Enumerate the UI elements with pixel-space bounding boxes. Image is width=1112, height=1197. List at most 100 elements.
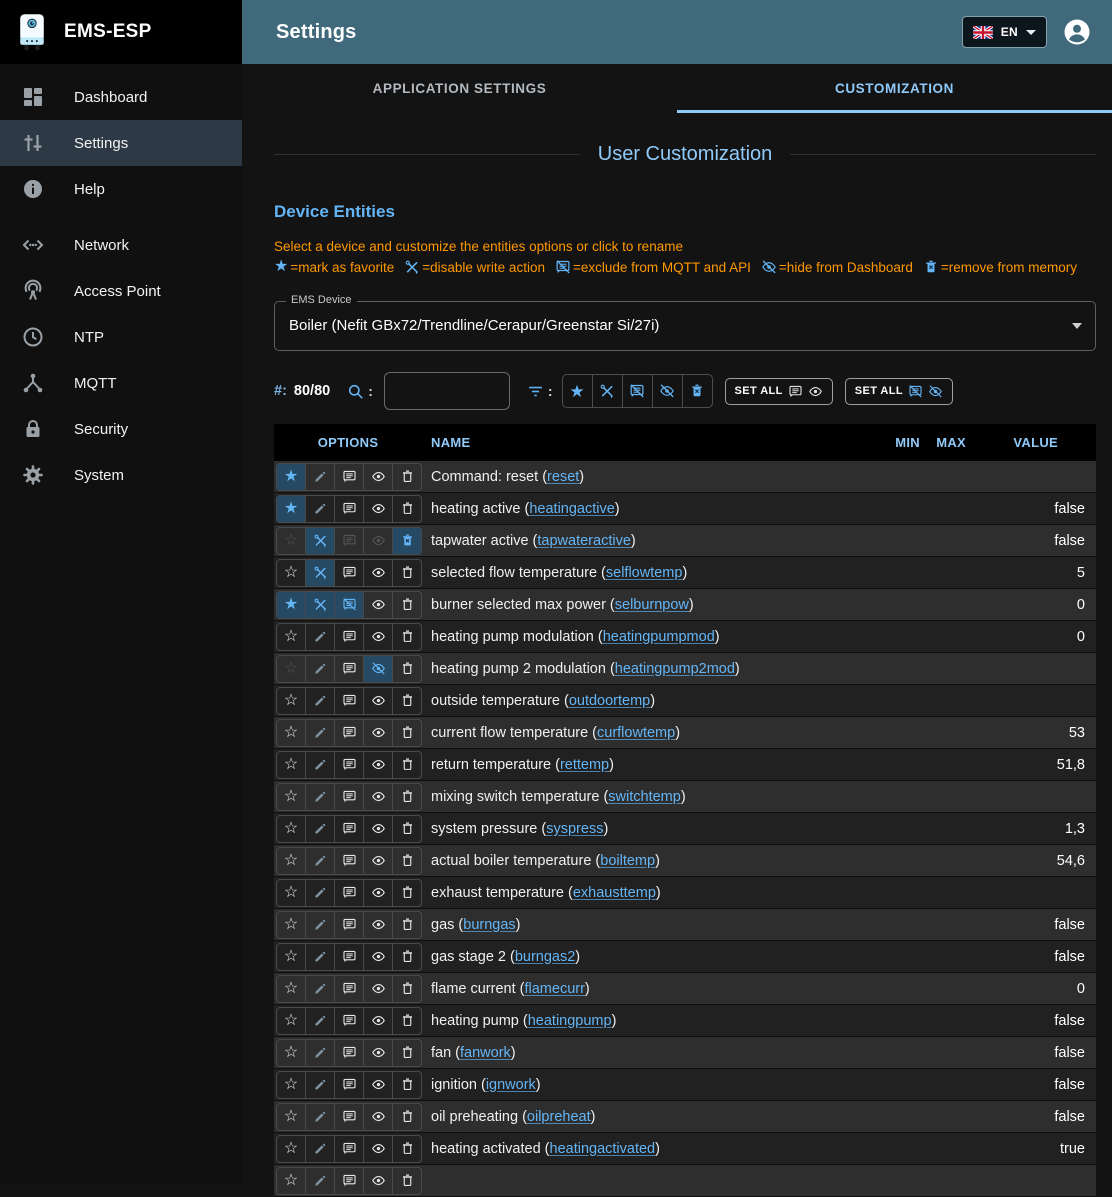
write-toggle[interactable] bbox=[305, 1040, 334, 1066]
mqtt-toggle[interactable] bbox=[334, 880, 363, 906]
mqtt-toggle[interactable] bbox=[334, 784, 363, 810]
account-button[interactable] bbox=[1062, 17, 1092, 47]
filter-favorite-toggle[interactable]: ★ bbox=[563, 375, 592, 407]
favorite-toggle[interactable]: ☆ bbox=[277, 880, 305, 906]
visibility-toggle[interactable] bbox=[363, 688, 392, 714]
mqtt-toggle[interactable] bbox=[334, 1040, 363, 1066]
entity-name-link[interactable]: syspress bbox=[546, 821, 603, 837]
mqtt-toggle[interactable] bbox=[334, 560, 363, 586]
delete-toggle[interactable] bbox=[392, 496, 421, 522]
delete-toggle[interactable] bbox=[392, 784, 421, 810]
mqtt-toggle[interactable] bbox=[334, 496, 363, 522]
entity-name[interactable]: burner selected max power (selburnpow) bbox=[422, 597, 874, 613]
write-toggle[interactable] bbox=[305, 656, 334, 682]
entity-name[interactable]: current flow temperature (curflowtemp) bbox=[422, 725, 874, 741]
delete-toggle[interactable] bbox=[392, 1072, 421, 1098]
visibility-toggle[interactable] bbox=[363, 912, 392, 938]
mqtt-toggle[interactable] bbox=[334, 1104, 363, 1130]
favorite-toggle[interactable]: ☆ bbox=[277, 752, 305, 778]
mqtt-toggle[interactable] bbox=[334, 1008, 363, 1034]
delete-toggle[interactable] bbox=[392, 1104, 421, 1130]
delete-toggle[interactable] bbox=[392, 912, 421, 938]
write-toggle[interactable] bbox=[305, 560, 334, 586]
visibility-toggle[interactable] bbox=[363, 1168, 392, 1194]
entity-name-link[interactable]: reset bbox=[547, 469, 579, 485]
favorite-toggle[interactable]: ★ bbox=[277, 464, 305, 490]
favorite-toggle[interactable]: ☆ bbox=[277, 1040, 305, 1066]
entity-name-link[interactable]: heatingactivated bbox=[550, 1141, 656, 1157]
delete-toggle[interactable] bbox=[392, 752, 421, 778]
write-toggle[interactable] bbox=[305, 912, 334, 938]
entity-name-link[interactable]: oilpreheat bbox=[527, 1109, 591, 1125]
mqtt-toggle[interactable] bbox=[334, 816, 363, 842]
visibility-toggle[interactable] bbox=[363, 592, 392, 618]
write-toggle[interactable] bbox=[305, 816, 334, 842]
favorite-toggle[interactable]: ☆ bbox=[277, 944, 305, 970]
mqtt-toggle[interactable] bbox=[334, 1136, 363, 1162]
entity-name[interactable]: heating pump (heatingpump) bbox=[422, 1013, 874, 1029]
write-toggle[interactable] bbox=[305, 528, 334, 554]
visibility-toggle[interactable] bbox=[363, 720, 392, 746]
entity-name-link[interactable]: heatingactive bbox=[529, 501, 614, 517]
entity-name[interactable]: ignition (ignwork) bbox=[422, 1077, 874, 1093]
delete-toggle[interactable] bbox=[392, 848, 421, 874]
favorite-toggle[interactable]: ★ bbox=[277, 496, 305, 522]
entity-name[interactable]: heating activated (heatingactivated) bbox=[422, 1141, 874, 1157]
favorite-toggle[interactable]: ★ bbox=[277, 592, 305, 618]
entity-name[interactable]: exhaust temperature (exhausttemp) bbox=[422, 885, 874, 901]
mqtt-toggle[interactable] bbox=[334, 688, 363, 714]
visibility-toggle[interactable] bbox=[363, 880, 392, 906]
write-toggle[interactable] bbox=[305, 848, 334, 874]
write-toggle[interactable] bbox=[305, 752, 334, 778]
write-toggle[interactable] bbox=[305, 624, 334, 650]
entity-name[interactable]: fan (fanwork) bbox=[422, 1045, 874, 1061]
visibility-toggle[interactable] bbox=[363, 624, 392, 650]
delete-toggle[interactable] bbox=[392, 656, 421, 682]
favorite-toggle[interactable]: ☆ bbox=[277, 560, 305, 586]
mqtt-toggle[interactable] bbox=[334, 528, 363, 554]
visibility-toggle[interactable] bbox=[363, 976, 392, 1002]
write-toggle[interactable] bbox=[305, 1008, 334, 1034]
visibility-toggle[interactable] bbox=[363, 1104, 392, 1130]
entity-name-link[interactable]: selflowtemp bbox=[606, 565, 683, 581]
sidebar-item-help[interactable]: Help bbox=[0, 166, 242, 212]
filter-write-toggle[interactable] bbox=[592, 375, 622, 407]
favorite-toggle[interactable]: ☆ bbox=[277, 1136, 305, 1162]
ems-device-select[interactable]: EMS Device Boiler (Nefit GBx72/Trendline… bbox=[274, 301, 1096, 351]
mqtt-toggle[interactable] bbox=[334, 944, 363, 970]
favorite-toggle[interactable]: ☆ bbox=[277, 976, 305, 1002]
entity-name-link[interactable]: heatingpump2mod bbox=[615, 661, 735, 677]
write-toggle[interactable] bbox=[305, 688, 334, 714]
entity-name[interactable]: mixing switch temperature (switchtemp) bbox=[422, 789, 874, 805]
entity-name-link[interactable]: rettemp bbox=[560, 757, 609, 773]
entity-name[interactable]: heating pump modulation (heatingpumpmod) bbox=[422, 629, 874, 645]
favorite-toggle[interactable]: ☆ bbox=[277, 1072, 305, 1098]
entity-name[interactable]: flame current (flamecurr) bbox=[422, 981, 874, 997]
delete-toggle[interactable] bbox=[392, 464, 421, 490]
mqtt-toggle[interactable] bbox=[334, 624, 363, 650]
write-toggle[interactable] bbox=[305, 1136, 334, 1162]
delete-toggle[interactable] bbox=[392, 816, 421, 842]
mqtt-toggle[interactable] bbox=[334, 464, 363, 490]
mqtt-toggle[interactable] bbox=[334, 592, 363, 618]
mqtt-toggle[interactable] bbox=[334, 720, 363, 746]
delete-toggle[interactable] bbox=[392, 688, 421, 714]
delete-toggle[interactable] bbox=[392, 1168, 421, 1194]
visibility-toggle[interactable] bbox=[363, 816, 392, 842]
entity-name-link[interactable]: heatingpumpmod bbox=[603, 629, 715, 645]
write-toggle[interactable] bbox=[305, 944, 334, 970]
filter-delete-toggle[interactable] bbox=[682, 375, 712, 407]
sidebar-item-ntp[interactable]: NTP bbox=[0, 314, 242, 360]
visibility-toggle[interactable] bbox=[363, 1136, 392, 1162]
sidebar-item-dashboard[interactable]: Dashboard bbox=[0, 74, 242, 120]
delete-toggle[interactable] bbox=[392, 1008, 421, 1034]
favorite-toggle[interactable]: ☆ bbox=[277, 816, 305, 842]
entity-name-link[interactable]: heatingpump bbox=[528, 1013, 612, 1029]
delete-toggle[interactable] bbox=[392, 976, 421, 1002]
entity-name-link[interactable]: ignwork bbox=[486, 1077, 536, 1093]
language-selector[interactable]: EN bbox=[962, 16, 1047, 48]
sidebar-item-security[interactable]: Security bbox=[0, 406, 242, 452]
write-toggle[interactable] bbox=[305, 464, 334, 490]
entity-name[interactable]: tapwater active (tapwateractive) bbox=[422, 533, 874, 549]
filter-mqtt-toggle[interactable] bbox=[622, 375, 652, 407]
